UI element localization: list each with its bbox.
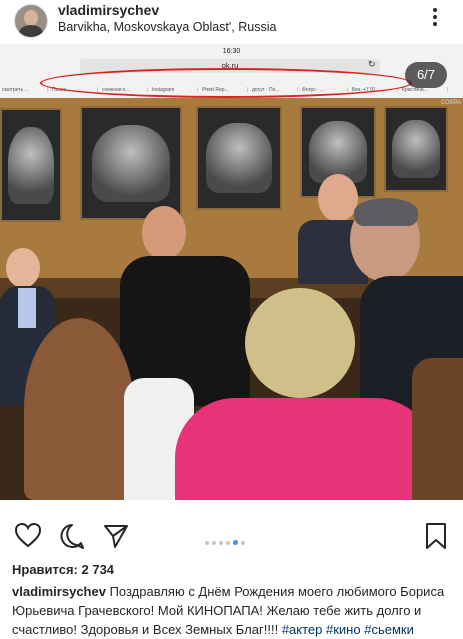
location[interactable]: Barvikha, Moskovskaya Oblast', Russia: [58, 20, 276, 34]
caption: vladimirsychev Поздравляю с Днём Рождени…: [12, 582, 452, 639]
post-header: vladimirsychev Barvikha, Moskovskaya Obl…: [0, 0, 463, 44]
browser-tab: смотреть ...: [0, 87, 48, 92]
hashtag-link[interactable]: #сьемки: [364, 622, 414, 637]
post-media[interactable]: 16:30 ok.ru ↻ смотреть ... Поиск ... снежн…: [0, 44, 463, 500]
carousel-dot: [241, 541, 245, 545]
likes-count[interactable]: Нравится: 2 734: [12, 562, 114, 577]
media-counter: 6/7: [405, 62, 447, 88]
username[interactable]: vladimirsychev: [58, 2, 159, 18]
photo: СОХРА: [0, 98, 463, 500]
hashtag-link[interactable]: #кино: [326, 622, 361, 637]
more-icon[interactable]: [428, 8, 442, 30]
carousel-dot: [205, 541, 209, 545]
share-icon[interactable]: [102, 522, 130, 550]
comment-icon[interactable]: [58, 522, 86, 550]
hashtag-link[interactable]: #актер: [282, 622, 323, 637]
carousel-dot: [233, 540, 238, 545]
carousel-dot: [226, 541, 230, 545]
status-time: 16:30: [222, 48, 241, 55]
carousel-dot: [219, 541, 223, 545]
bookmark-icon[interactable]: [424, 522, 448, 550]
avatar[interactable]: [14, 4, 48, 38]
screenshot-browser-bar: 16:30 ok.ru ↻ смотреть ... Поиск ... снежн…: [0, 44, 463, 98]
hashtags: #актер #кино #сьемки: [282, 622, 414, 637]
heart-icon[interactable]: [14, 522, 42, 548]
reload-icon: ↻: [368, 59, 376, 69]
carousel-indicator: [205, 532, 248, 550]
highlight-ring: [40, 68, 412, 98]
caption-username[interactable]: vladimirsychev: [12, 584, 106, 599]
carousel-dot: [212, 541, 216, 545]
